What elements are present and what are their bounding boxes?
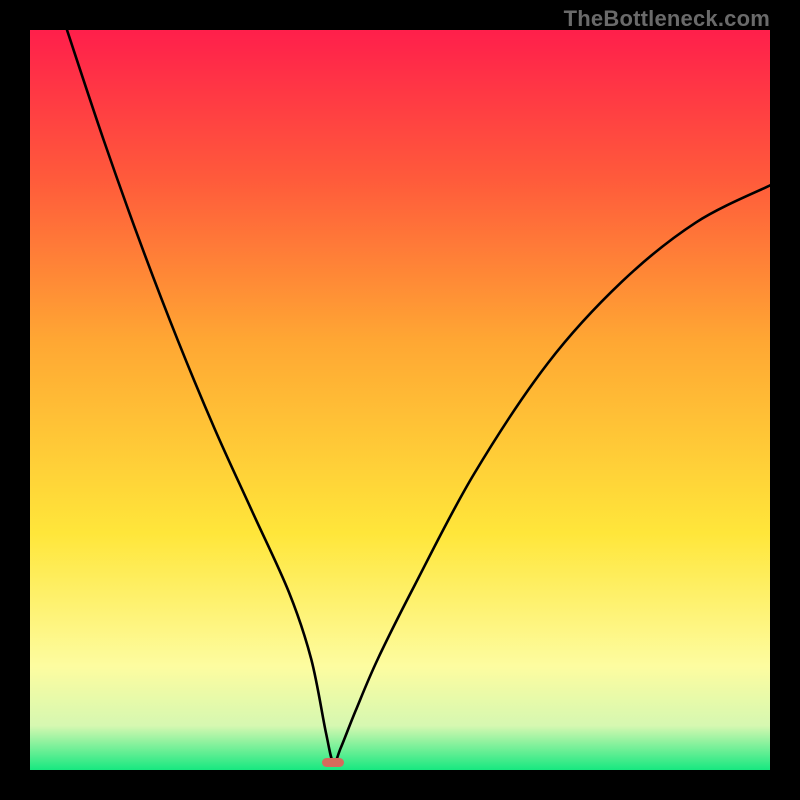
watermark-text: TheBottleneck.com <box>564 6 770 32</box>
plot-area <box>30 30 770 770</box>
bottleneck-curve <box>30 30 770 770</box>
chart-frame: TheBottleneck.com <box>0 0 800 800</box>
curve-path <box>67 30 770 763</box>
notch-marker <box>322 758 344 768</box>
